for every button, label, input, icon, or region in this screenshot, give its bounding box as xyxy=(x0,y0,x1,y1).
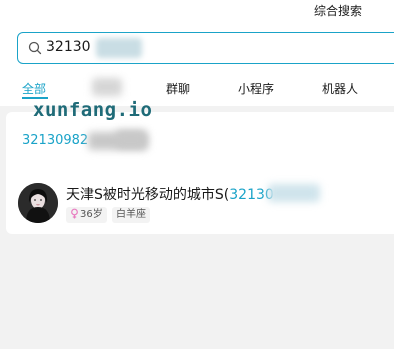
redacted-query xyxy=(96,38,142,58)
tab-bots[interactable]: 机器人 xyxy=(322,80,358,97)
contact-name[interactable]: 天津S被时光移动的城市S(32130 xyxy=(66,184,274,204)
gender-age-tag: 36岁 xyxy=(66,207,107,223)
watermark: xunfang.io xyxy=(33,99,153,121)
redacted-label xyxy=(116,130,146,148)
results-card xyxy=(6,112,394,234)
redacted-name xyxy=(268,184,320,202)
search-query-text: 32130 xyxy=(46,39,91,55)
avatar-image xyxy=(18,183,58,223)
tab-group-chats[interactable]: 群聊 xyxy=(166,80,190,97)
age-label: 36岁 xyxy=(80,209,103,220)
search-icon xyxy=(28,41,42,55)
contact-name-prefix: 天津S被时光移动的城市S( xyxy=(66,187,230,203)
zodiac-tag: 白羊座 xyxy=(112,207,150,223)
avatar[interactable] xyxy=(18,183,58,223)
redacted-tab xyxy=(92,78,122,96)
search-input[interactable]: 32130 xyxy=(17,32,394,64)
tab-mini-programs[interactable]: 小程序 xyxy=(238,80,274,97)
tab-all[interactable]: 全部 xyxy=(22,80,46,97)
female-icon xyxy=(71,208,78,219)
number-result[interactable]: 32130982 xyxy=(22,133,88,148)
search-mode-label[interactable]: 综合搜索 xyxy=(314,2,362,19)
